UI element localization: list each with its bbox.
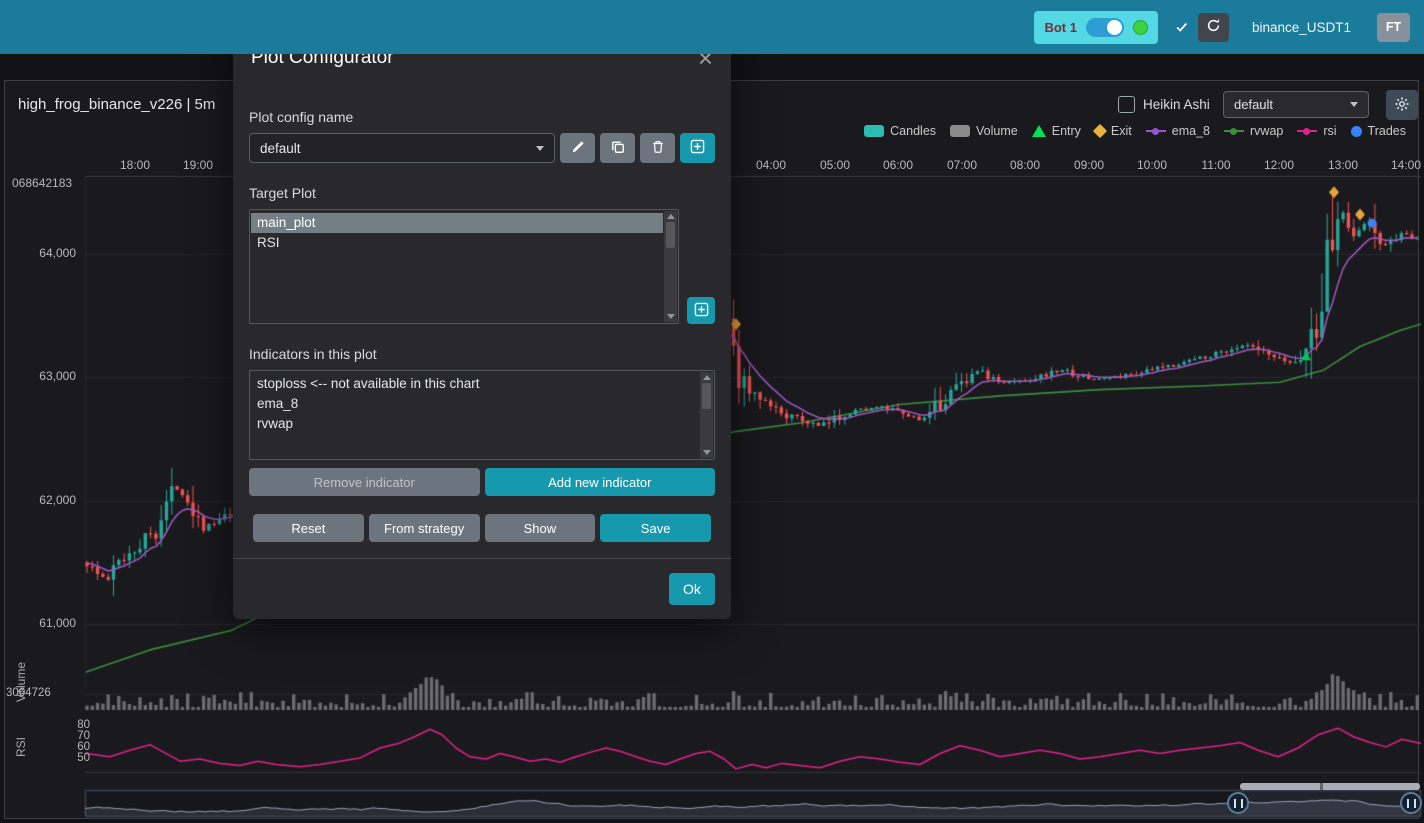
candles-legend-marker-icon bbox=[864, 125, 884, 137]
legend-label: Trades bbox=[1368, 124, 1406, 138]
target-plot-label: Target Plot bbox=[249, 185, 715, 201]
scroll-up-icon bbox=[667, 214, 675, 219]
scroll-down-icon bbox=[703, 450, 711, 455]
add-plot-button[interactable] bbox=[687, 297, 715, 324]
legend-label: Exit bbox=[1111, 124, 1132, 138]
ema_8-legend-marker-icon bbox=[1146, 130, 1166, 132]
scroll-up-icon bbox=[703, 375, 711, 380]
entry-legend-marker-icon bbox=[1032, 125, 1046, 137]
scrollbar-thumb bbox=[702, 383, 711, 409]
show-button[interactable]: Show bbox=[485, 514, 596, 542]
legend-dot bbox=[1303, 128, 1310, 135]
plot-config-select-value: default bbox=[1234, 97, 1273, 112]
legend-label: rvwap bbox=[1250, 124, 1283, 138]
chevron-down-icon bbox=[1350, 102, 1358, 107]
list-option[interactable]: ema_8 bbox=[251, 394, 699, 414]
bot-selector-pill[interactable]: Bot 1 bbox=[1034, 11, 1158, 44]
volume-legend-marker-icon bbox=[950, 125, 970, 137]
reset-button[interactable]: Reset bbox=[253, 514, 364, 542]
listbox-scrollbar[interactable] bbox=[700, 372, 713, 458]
legend-item-rvwap[interactable]: rvwap bbox=[1224, 124, 1283, 138]
delete-config-button[interactable] bbox=[640, 133, 675, 163]
legend-dot bbox=[1152, 128, 1159, 135]
plus-square-icon bbox=[690, 139, 705, 157]
heikin-ashi-label: Heikin Ashi bbox=[1143, 97, 1210, 112]
indicators-listbox[interactable]: stoploss <-- not available in this chart… bbox=[249, 370, 715, 460]
list-option[interactable]: stoploss <-- not available in this chart bbox=[251, 374, 699, 394]
trash-icon bbox=[651, 140, 665, 157]
bot-name-label: binance_USDT1 bbox=[1252, 20, 1351, 35]
bot-enabled-toggle[interactable] bbox=[1086, 18, 1124, 37]
rvwap-legend-marker-icon bbox=[1224, 130, 1244, 132]
legend-label: rsi bbox=[1323, 124, 1336, 138]
pencil-icon bbox=[571, 140, 585, 157]
legend-item-trades[interactable]: Trades bbox=[1351, 124, 1406, 138]
exit-legend-marker-icon bbox=[1093, 124, 1107, 138]
save-button[interactable]: Save bbox=[600, 514, 711, 542]
from-strategy-button[interactable]: From strategy bbox=[369, 514, 480, 542]
ok-button[interactable]: Ok bbox=[669, 573, 715, 605]
toggle-knob bbox=[1107, 20, 1122, 35]
bot-online-indicator bbox=[1133, 20, 1148, 35]
indicators-label: Indicators in this plot bbox=[249, 346, 715, 362]
legend-item-candles[interactable]: Candles bbox=[864, 124, 936, 138]
horizontal-scrollbar-thumb[interactable] bbox=[1240, 783, 1420, 790]
legend-dot bbox=[1230, 128, 1237, 135]
check-icon bbox=[1175, 20, 1189, 34]
scrollbar-thumb bbox=[666, 222, 675, 248]
indicator-actions-row: Remove indicator Add new indicator bbox=[249, 468, 715, 496]
scroll-down-icon bbox=[667, 314, 675, 319]
plot-config-name-select[interactable]: default bbox=[249, 133, 555, 163]
legend-label: Volume bbox=[976, 124, 1018, 138]
user-avatar-button[interactable]: FT bbox=[1377, 13, 1410, 42]
trades-legend-marker-icon bbox=[1351, 126, 1362, 137]
datazoom-handle-left[interactable] bbox=[1227, 792, 1249, 814]
remove-indicator-button[interactable]: Remove indicator bbox=[249, 468, 480, 496]
plot-configurator-modal: Plot Configurator × Plot config name def… bbox=[233, 31, 731, 619]
list-option[interactable]: main_plot bbox=[251, 213, 663, 233]
add-new-indicator-button[interactable]: Add new indicator bbox=[485, 468, 716, 496]
legend-item-exit[interactable]: Exit bbox=[1095, 124, 1132, 138]
list-option[interactable]: RSI bbox=[251, 233, 663, 253]
legend-item-rsi[interactable]: rsi bbox=[1297, 124, 1336, 138]
plot-config-select[interactable]: default bbox=[1223, 91, 1369, 118]
legend-item-ema_8[interactable]: ema_8 bbox=[1146, 124, 1210, 138]
plot-config-name-value: default bbox=[260, 141, 301, 156]
chart-legend: Candles Volume Entry Exit ema_8 rvwap rsi Trade… bbox=[864, 124, 1406, 138]
chevron-down-icon bbox=[536, 146, 544, 151]
plot-config-name-row: default bbox=[249, 133, 715, 163]
listbox-scrollbar[interactable] bbox=[664, 211, 677, 322]
app-root: high_frog_binance_v226 | 5m Heikin Ashi … bbox=[0, 0, 1424, 823]
target-plot-row: main_plotRSI bbox=[249, 209, 715, 324]
legend-label: Candles bbox=[890, 124, 936, 138]
add-config-button[interactable] bbox=[680, 133, 715, 163]
config-actions-row: Reset From strategy Show Save bbox=[253, 514, 711, 542]
legend-item-entry[interactable]: Entry bbox=[1032, 124, 1081, 138]
heikin-ashi-checkbox[interactable] bbox=[1118, 96, 1135, 113]
refresh-icon bbox=[1206, 18, 1221, 36]
modal-footer: Ok bbox=[233, 558, 731, 619]
list-option[interactable]: rvwap bbox=[251, 414, 699, 434]
drag-handle-icon bbox=[1234, 799, 1243, 808]
top-navbar: Bot 1 binance_USDT1 FT bbox=[0, 0, 1424, 54]
gear-icon bbox=[1394, 96, 1410, 115]
legend-item-volume[interactable]: Volume bbox=[950, 124, 1018, 138]
copy-icon bbox=[611, 140, 625, 157]
datazoom-handle-right[interactable] bbox=[1400, 792, 1422, 814]
duplicate-config-button[interactable] bbox=[600, 133, 635, 163]
plot-configurator-button[interactable] bbox=[1386, 90, 1418, 120]
plot-config-name-label: Plot config name bbox=[249, 109, 715, 125]
rsi-legend-marker-icon bbox=[1297, 130, 1317, 132]
rename-config-button[interactable] bbox=[560, 133, 595, 163]
bot-pill-label: Bot 1 bbox=[1044, 20, 1077, 35]
drag-handle-icon bbox=[1407, 799, 1416, 808]
legend-label: Entry bbox=[1052, 124, 1081, 138]
plus-square-icon bbox=[694, 302, 709, 320]
legend-label: ema_8 bbox=[1172, 124, 1210, 138]
refresh-button[interactable] bbox=[1198, 13, 1229, 42]
heikin-ashi-control: Heikin Ashi bbox=[1118, 96, 1210, 113]
target-plot-listbox[interactable]: main_plotRSI bbox=[249, 209, 679, 324]
modal-body: Plot config name default bbox=[233, 109, 731, 542]
